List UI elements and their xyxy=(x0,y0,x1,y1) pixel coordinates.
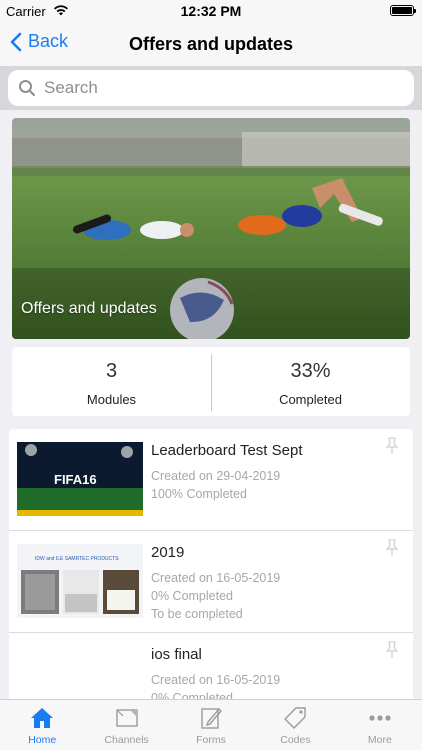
hero-banner[interactable]: Offers and updates xyxy=(12,118,410,339)
tab-label: More xyxy=(367,734,392,746)
svg-text:IDW and ILE SAMRTEC PRODUCTS: IDW and ILE SAMRTEC PRODUCTS xyxy=(35,556,119,562)
tab-label: Codes xyxy=(280,734,311,746)
status-text: To be completed xyxy=(151,607,243,621)
completed-label: Completed xyxy=(279,392,342,407)
completed-percent: 33% xyxy=(290,360,331,382)
module-info: ios final Created on 16-05-2019 0% Compl… xyxy=(151,646,280,707)
list-item[interactable]: FIFA16 Leaderboard Test Sept Created on … xyxy=(9,429,413,531)
pin-icon[interactable] xyxy=(385,437,399,460)
tab-bar: Home Channels Forms Codes More xyxy=(0,699,422,750)
completed-stat: 33% Completed xyxy=(211,347,410,416)
module-thumbnail: FIFA16 xyxy=(17,442,143,516)
module-list: FIFA16 Leaderboard Test Sept Created on … xyxy=(9,429,413,735)
hero-title: Offers and updates xyxy=(21,300,157,317)
forms-icon xyxy=(201,707,222,729)
tab-label: Forms xyxy=(196,734,226,746)
module-meta: Created on 16-05-2019 0% Completed To be… xyxy=(151,569,280,623)
tab-more[interactable]: More xyxy=(338,700,422,750)
svg-text:FIFA16: FIFA16 xyxy=(54,472,97,487)
modules-label: Modules xyxy=(86,392,137,407)
created-date: Created on 16-05-2019 xyxy=(151,673,281,687)
completion-text: 100% Completed xyxy=(151,487,247,501)
created-date: Created on 16-05-2019 xyxy=(151,571,281,585)
tab-label: Home xyxy=(28,734,57,746)
navigation-bar: Back Offers and updates xyxy=(0,22,422,66)
search-input[interactable] xyxy=(44,78,384,98)
stats-card: 3 Modules 33% Completed xyxy=(12,347,410,416)
completion-text: 0% Completed xyxy=(151,589,233,603)
channels-icon xyxy=(115,709,138,727)
tab-channels[interactable]: Channels xyxy=(84,700,168,750)
tag-icon xyxy=(284,707,307,729)
module-info: Leaderboard Test Sept Created on 29-04-2… xyxy=(151,442,303,503)
list-item[interactable]: IDW and ILE SAMRTEC PRODUCTS 2019 Create… xyxy=(9,531,413,633)
tab-home[interactable]: Home xyxy=(0,700,84,750)
modules-count: 3 xyxy=(105,360,118,382)
module-title: ios final xyxy=(151,646,202,663)
tab-forms[interactable]: Forms xyxy=(169,700,253,750)
tab-label: Channels xyxy=(104,734,149,746)
search-bar xyxy=(0,66,422,110)
clock: 12:32 PM xyxy=(180,3,242,19)
module-meta: Created on 29-04-2019 100% Completed xyxy=(151,467,303,503)
module-title: Leaderboard Test Sept xyxy=(151,442,303,459)
search-icon xyxy=(19,80,36,97)
created-date: Created on 29-04-2019 xyxy=(151,469,281,483)
module-title: 2019 xyxy=(151,544,185,561)
search-field[interactable] xyxy=(8,70,414,106)
more-icon xyxy=(369,715,391,721)
status-bar: Carrier 12:32 PM xyxy=(0,0,422,22)
page-title: Offers and updates xyxy=(128,34,294,54)
home-icon xyxy=(31,708,54,728)
pin-icon[interactable] xyxy=(385,641,399,664)
tab-codes[interactable]: Codes xyxy=(253,700,337,750)
pin-icon[interactable] xyxy=(385,539,399,562)
battery-icon xyxy=(390,5,416,16)
module-thumbnail: IDW and ILE SAMRTEC PRODUCTS xyxy=(17,544,143,618)
module-info: 2019 Created on 16-05-2019 0% Completed … xyxy=(151,544,280,623)
modules-stat: 3 Modules xyxy=(12,347,211,416)
